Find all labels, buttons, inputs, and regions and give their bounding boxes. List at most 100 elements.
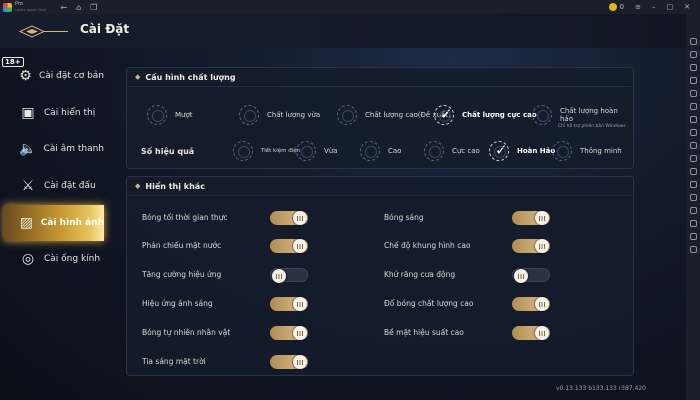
home-icon[interactable]: ⌂ [76, 3, 81, 12]
sidebar-tool-icon[interactable] [689, 168, 697, 175]
tabs-icon[interactable]: ❐ [90, 3, 97, 12]
quality-heading: Cấu hình chất lượng [145, 72, 236, 82]
quality-option-ultra[interactable]: ✓ Chất lượng cực cao [434, 105, 537, 125]
menu-item-label: Cài đặt đấu [44, 181, 96, 191]
toggle-knob [535, 211, 549, 225]
emulator-logo-icon [3, 2, 12, 12]
quality-option-label: Mượt [175, 111, 193, 119]
sidebar-tool-icon[interactable] [689, 129, 697, 136]
menu-item-label: Cài hình ảnh [40, 218, 104, 228]
quality-option-label: Chất lượng cực cao [462, 111, 537, 119]
sidebar-tool-icon[interactable] [689, 233, 697, 240]
other-display-heading: Hiển thị khác [145, 181, 205, 191]
sidebar-tool-icon[interactable] [689, 194, 697, 201]
effect-option-power-saving[interactable]: Tiết kiệm điện [233, 141, 300, 161]
effect-option-smart[interactable]: Thông minh [552, 141, 622, 161]
version-text: v0.13.133 b133.133 r387.420 [556, 385, 646, 392]
menu-item-battle[interactable]: ⚔ Cài đặt đấu [4, 168, 104, 204]
menu-item-graphics[interactable]: ▨ Cài hình ảnh [4, 205, 104, 241]
close-icon[interactable]: ✕ [684, 3, 690, 11]
quality-option-label: Chất lượng hoàn hảo [559, 107, 618, 123]
sidebar-tool-icon[interactable] [689, 207, 697, 214]
toggle-label: Đổ bóng chất lượng cao [384, 299, 474, 308]
menu-item-display[interactable]: ▣ Cài hiển thị [4, 95, 104, 131]
radio-ring-icon: ✓ [489, 141, 509, 161]
sidebar-tool-icon[interactable] [689, 64, 697, 71]
page-title: Cài Đặt [80, 22, 130, 36]
effect-option-label: Hoàn Hảo [517, 147, 556, 155]
diamond-icon: ◆ [135, 182, 141, 190]
menu-item-basic[interactable]: ⚙ Cài đặt cơ bản [4, 58, 104, 94]
radio-ring-icon [532, 105, 552, 125]
sidebar-tool-icon[interactable] [689, 155, 697, 162]
toggle-knob [293, 239, 307, 253]
check-icon: ✓ [495, 141, 508, 159]
quality-panel-header: ◆ Cấu hình chất lượng [127, 68, 633, 87]
menu-icon[interactable]: ≡ [635, 3, 641, 11]
toggle-label: Hiệu ứng ánh sáng [142, 299, 213, 308]
quality-option-smooth[interactable]: Mượt [147, 105, 193, 125]
back-emblem-icon[interactable] [18, 24, 70, 39]
effect-option-label: Thông minh [580, 147, 622, 155]
check-icon: ✓ [440, 105, 453, 123]
menu-item-label: Cài đặt cơ bản [38, 71, 104, 81]
sidebar-tool-icon[interactable] [689, 142, 697, 149]
toggle-label: Bóng tối thời gian thực [142, 213, 228, 222]
toggle-knob [293, 211, 307, 225]
radio-ring-icon [296, 141, 316, 161]
toggle-bloom[interactable] [512, 211, 550, 225]
radio-ring-icon [337, 105, 357, 125]
sidebar-tool-icon[interactable] [689, 77, 697, 84]
minimize-icon[interactable]: – [652, 3, 656, 11]
toggle-effect-boost[interactable] [270, 268, 308, 283]
speaker-icon: 🔈 [19, 141, 37, 157]
coin-counter[interactable]: 0 [608, 3, 625, 11]
sidebar-tool-icon[interactable] [689, 51, 697, 58]
menu-item-label: Cài ống kính [44, 254, 101, 264]
effect-option-ultra[interactable]: Cực cao [424, 141, 480, 161]
back-icon[interactable]: ← [60, 3, 67, 12]
toggle-dynamic-antialiasing[interactable] [512, 268, 550, 283]
toggle-knob [293, 326, 307, 340]
toggle-label: Phản chiếu mặt nước [142, 241, 222, 250]
quality-option-label: Chất lượng vừa [267, 111, 321, 119]
sidebar-tool-icon[interactable] [689, 103, 697, 110]
sidebar-tool-icon[interactable] [689, 90, 697, 97]
toggle-knob [535, 297, 549, 311]
effect-option-perfect[interactable]: ✓ Hoàn Hảo [489, 141, 555, 161]
settings-header: Cài Đặt [0, 14, 686, 48]
quality-option-medium[interactable]: Chất lượng vừa [239, 105, 320, 125]
radio-ring-icon [147, 105, 167, 125]
quality-option-perfect[interactable]: Chất lượng hoàn hảo [532, 105, 633, 125]
maximize-icon[interactable]: □ [667, 3, 674, 11]
emulator-sidebar [686, 14, 700, 400]
swords-icon: ⚔ [21, 178, 35, 194]
sidebar-tool-icon[interactable] [689, 246, 697, 253]
toggle-water-reflection[interactable] [270, 239, 308, 253]
game-window: Pro Lorem ipsum blue ← ⌂ ❐ 0 ≡ – □ ✕ Cài… [0, 0, 700, 400]
sidebar-tool-icon[interactable] [689, 181, 697, 188]
menu-item-sound[interactable]: 🔈 Cài âm thanh [4, 131, 104, 167]
radio-ring-icon [239, 105, 259, 125]
menu-item-label: Cài âm thanh [43, 144, 104, 154]
toggle-knob [272, 269, 286, 283]
perfect-quality-note: Chỉ hỗ trợ phiên bản Windows [558, 124, 626, 129]
toggle-high-framerate[interactable] [512, 239, 550, 253]
toggle-light-effect[interactable] [270, 297, 308, 311]
toggle-label: Bề mặt hiệu suất cao [384, 328, 464, 337]
toggle-label: Bóng tự nhiên nhân vật [142, 328, 231, 337]
effect-option-medium[interactable]: Vừa [296, 141, 338, 161]
toggle-character-shadow[interactable] [270, 326, 308, 340]
sidebar-tool-icon[interactable] [689, 38, 697, 45]
toggle-sun-rays[interactable] [270, 355, 308, 369]
quality-panel: ◆ Cấu hình chất lượng Mượt Chất lượng vừ… [126, 67, 634, 169]
coin-count: 0 [619, 3, 625, 11]
toggle-knob [535, 326, 549, 340]
toggle-realtime-shadow[interactable] [270, 211, 308, 225]
effect-option-high[interactable]: Cao [360, 141, 401, 161]
sidebar-tool-icon[interactable] [689, 220, 697, 227]
menu-item-camera[interactable]: ◎ Cài ống kính [4, 241, 104, 277]
toggle-hq-shadow[interactable] [512, 297, 550, 311]
sidebar-tool-icon[interactable] [689, 116, 697, 123]
toggle-hp-surface[interactable] [512, 326, 550, 340]
